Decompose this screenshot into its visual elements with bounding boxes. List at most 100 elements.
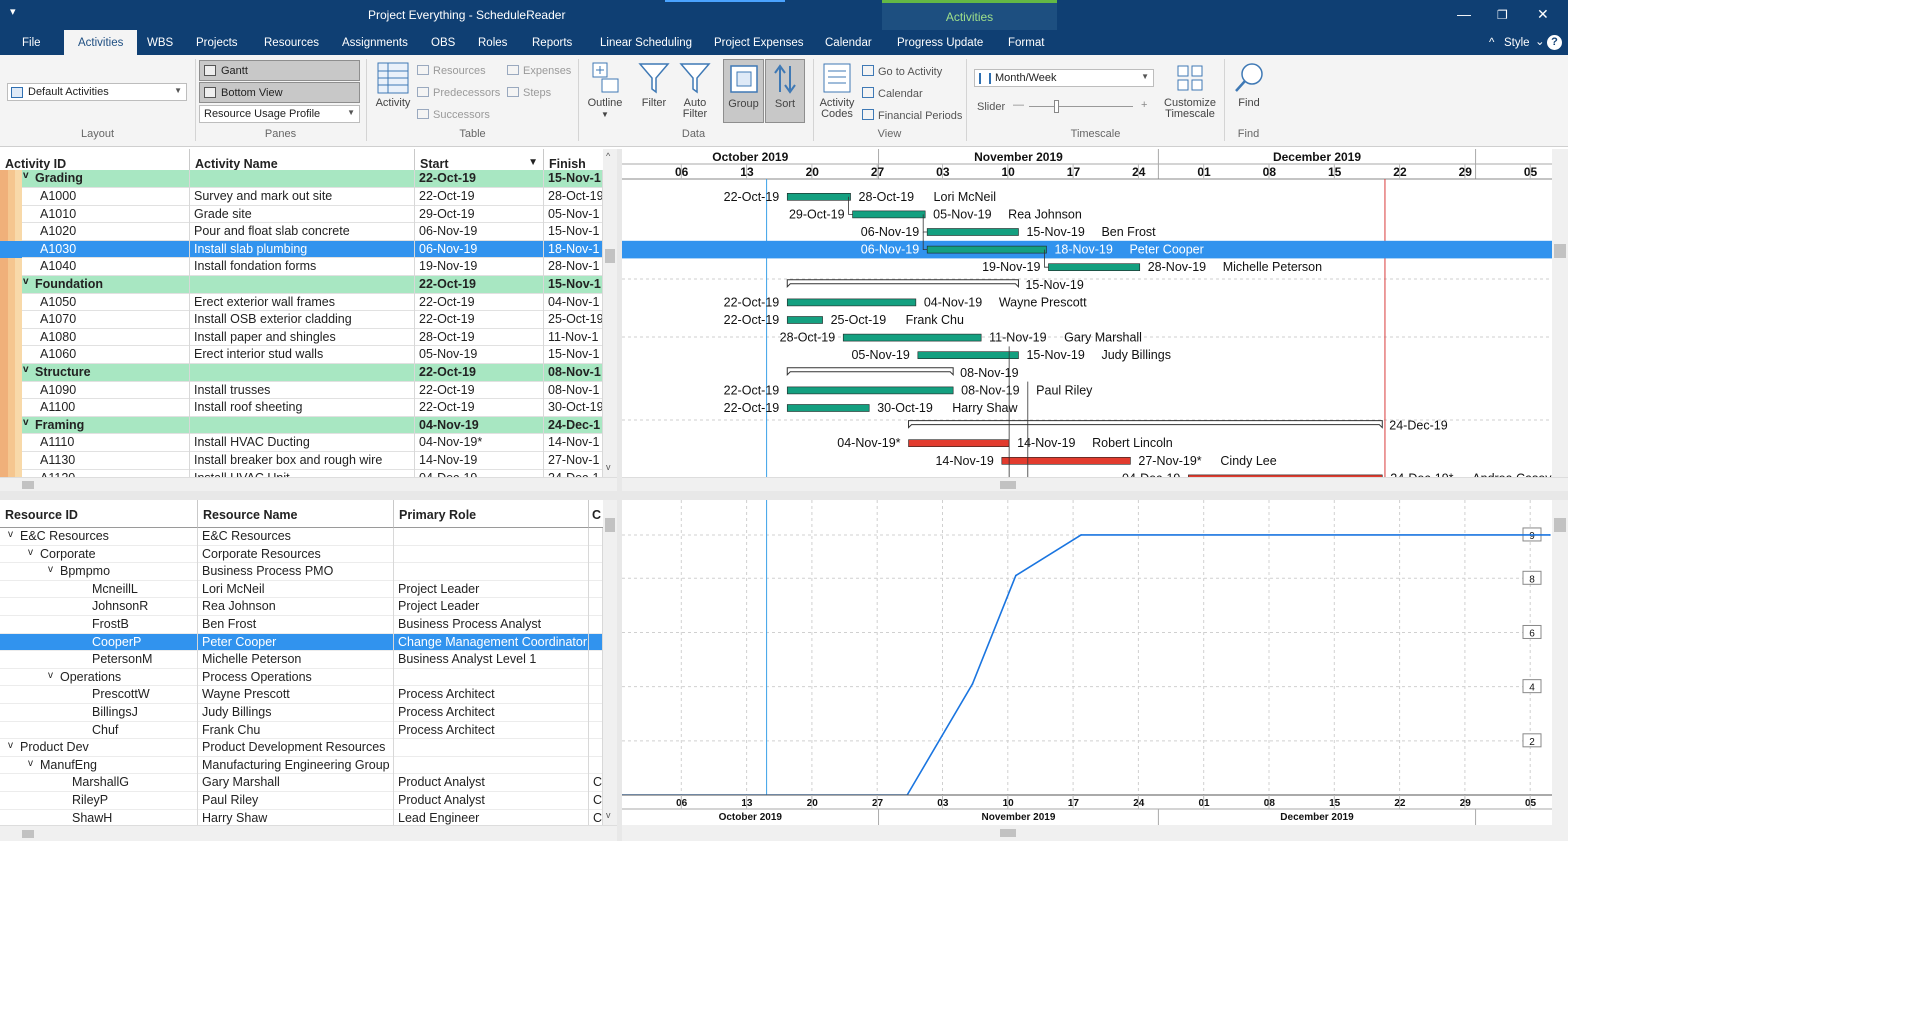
successors-button[interactable]: Successors [417, 109, 490, 121]
activity-row[interactable]: A1090 Install trusses 22-Oct-19 08-Nov-1 [0, 381, 603, 400]
wbs-row[interactable]: v Foundation 22-Oct-19 15-Nov-1 [0, 276, 603, 294]
activity-bar[interactable] [852, 210, 926, 219]
activity-bar[interactable] [926, 228, 1019, 236]
gantt-vertical-scrollbar[interactable] [1552, 149, 1568, 477]
bottom-profile-combo[interactable]: Resource Usage Profile ▼ [199, 105, 360, 123]
activity-bar[interactable] [917, 351, 1019, 359]
resources-button[interactable]: Resources [417, 65, 486, 77]
activity-bar[interactable] [786, 386, 954, 395]
scrollbar-thumb[interactable] [605, 249, 615, 263]
gantt-toggle[interactable]: Gantt [199, 60, 360, 81]
activity-row[interactable]: A1000 Survey and mark out site 22-Oct-19 28… [0, 188, 603, 206]
resource-row[interactable]: v Operations Process Operations [0, 668, 603, 687]
wbs-row[interactable]: v Framing 04-Nov-19 24-Dec-1 [0, 416, 603, 435]
activity-row[interactable]: A1080 Install paper and shingles 28-Oct-19… [0, 328, 603, 347]
sort-button[interactable]: Sort [765, 59, 805, 123]
activity-bar[interactable] [786, 404, 870, 412]
filter-funnel-icon[interactable]: ▼ [528, 157, 538, 168]
col-extra[interactable]: C [589, 500, 604, 528]
scroll-down-icon[interactable]: v [606, 462, 611, 472]
tab-activities[interactable]: Activities [64, 30, 138, 55]
activity-bar[interactable] [786, 316, 823, 324]
scrollbar-thumb[interactable] [1000, 481, 1016, 489]
resource-row[interactable]: MarshallG Gary Marshall Product Analyst C [0, 774, 603, 792]
resource-row[interactable]: v Bpmpmo Business Process PMO [0, 563, 603, 581]
activity-row[interactable]: A1070 Install OSB exterior cladding 22-Oct… [0, 311, 603, 329]
expand-chevron-icon[interactable]: v [8, 529, 13, 540]
expand-chevron-icon[interactable]: v [48, 670, 53, 681]
go-to-activity-button[interactable]: Go to Activity [862, 65, 942, 78]
outline-button[interactable]: Outline ▼ [584, 61, 626, 120]
resource-row[interactable]: BillingsJ Judy Billings Process Architect [0, 704, 603, 722]
resource-row[interactable]: CooperP Peter Cooper Change Management Coo… [0, 633, 603, 652]
tab-reports[interactable]: Reports [532, 30, 572, 55]
financial-periods-button[interactable]: Financial Periods [862, 109, 962, 122]
activity-row[interactable]: A1030 Install slab plumbing 06-Nov-19 18-No… [0, 240, 603, 259]
tab-projects[interactable]: Projects [196, 30, 238, 55]
resource-row[interactable]: JohnsonR Rea Johnson Project Leader [0, 598, 603, 616]
scrollbar-thumb[interactable] [1000, 829, 1016, 837]
wbs-row[interactable]: v Structure 22-Oct-19 08-Nov-1 [0, 364, 603, 382]
col-resource-name[interactable]: Resource Name [198, 500, 394, 528]
resource-row[interactable]: v E&C Resources E&C Resources [0, 528, 603, 546]
collapse-ribbon-icon[interactable]: ^ [1489, 30, 1494, 55]
critical-activity-bar[interactable] [1188, 474, 1383, 477]
scrollbar-thumb[interactable] [22, 481, 34, 489]
auto-filter-button[interactable]: Auto Filter [676, 61, 714, 120]
tab-format[interactable]: Format [1008, 30, 1044, 55]
activity-codes-button[interactable]: Activity Codes [817, 61, 857, 120]
close-button[interactable]: ✕ [1537, 6, 1549, 23]
expand-chevron-icon[interactable]: v [8, 740, 13, 751]
scroll-up-icon[interactable]: ^ [606, 151, 610, 161]
scroll-down-icon[interactable]: v [606, 810, 611, 820]
wbs-row[interactable]: v Grading 22-Oct-19 15-Nov-1 [0, 170, 603, 188]
resource-row[interactable]: v Product Dev Product Development Resource… [0, 739, 603, 757]
activity-row[interactable]: A1110 Install HVAC Ducting 04-Nov-19* 14-No… [0, 434, 603, 452]
critical-activity-bar[interactable] [908, 439, 1010, 448]
maximize-button[interactable]: ❐ [1497, 8, 1508, 22]
resource-row[interactable]: PrescottW Wayne Prescott Process Architect [0, 686, 603, 704]
collapse-chevron-icon[interactable]: v [23, 276, 29, 287]
resource-row[interactable]: RileyP Paul Riley Product Analyst C [0, 792, 603, 810]
resource-row[interactable]: PetersonM Michelle Peterson Business Analy… [0, 651, 603, 669]
expenses-button[interactable]: Expenses [507, 65, 571, 77]
profile-vertical-scrollbar[interactable] [1552, 500, 1568, 841]
collapse-chevron-icon[interactable]: v [23, 170, 29, 181]
tab-assignments[interactable]: Assignments [342, 30, 408, 55]
activity-button[interactable]: Activity [372, 61, 414, 109]
tab-calendar[interactable]: Calendar [825, 30, 872, 55]
timescale-slider[interactable] [1029, 100, 1133, 113]
quick-access-icon[interactable]: ▾ [10, 5, 16, 18]
tab-obs[interactable]: OBS [431, 30, 455, 55]
activity-bar[interactable] [842, 333, 982, 342]
style-menu[interactable]: Style [1504, 30, 1530, 55]
scrollbar-thumb[interactable] [1554, 518, 1566, 532]
collapse-chevron-icon[interactable]: v [23, 417, 29, 428]
activity-bar[interactable] [786, 192, 851, 201]
expand-chevron-icon[interactable]: v [28, 547, 33, 558]
filter-button[interactable]: Filter [634, 61, 674, 109]
tab-linear-scheduling[interactable]: Linear Scheduling [600, 30, 692, 55]
resource-row[interactable]: v Corporate Corporate Resources [0, 545, 603, 564]
collapse-chevron-icon[interactable]: v [23, 364, 29, 375]
help-icon[interactable]: ? [1547, 35, 1562, 50]
scrollbar-thumb[interactable] [1554, 244, 1566, 258]
tab-roles[interactable]: Roles [478, 30, 507, 55]
calendar-button[interactable]: Calendar [862, 87, 923, 100]
col-primary-role[interactable]: Primary Role [394, 500, 589, 528]
resource-row[interactable]: Chuf Frank Chu Process Architect [0, 721, 603, 740]
resource-row[interactable]: FrostB Ben Frost Business Process Analyst [0, 616, 603, 634]
horizontal-splitter[interactable] [0, 491, 1568, 500]
resource-row[interactable]: v ManufEng Manufacturing Engineering Group [0, 756, 603, 775]
tab-project-expenses[interactable]: Project Expenses [714, 30, 804, 55]
critical-activity-bar[interactable] [1001, 456, 1131, 465]
timescale-combo[interactable]: Month/Week ▼ [974, 69, 1154, 87]
activity-row[interactable]: A1100 Install roof sheeting 22-Oct-19 30-Oc… [0, 399, 603, 417]
scrollbar-thumb[interactable] [605, 518, 615, 532]
expand-chevron-icon[interactable]: v [28, 758, 33, 769]
gantt-horizontal-scrollbar[interactable] [622, 477, 1568, 491]
activity-row[interactable]: A1020 Pour and float slab concrete 06-Nov-… [0, 223, 603, 241]
activity-bar[interactable] [786, 298, 917, 307]
activity-bar[interactable] [926, 245, 1047, 254]
tab-progress-update[interactable]: Progress Update [897, 30, 983, 55]
